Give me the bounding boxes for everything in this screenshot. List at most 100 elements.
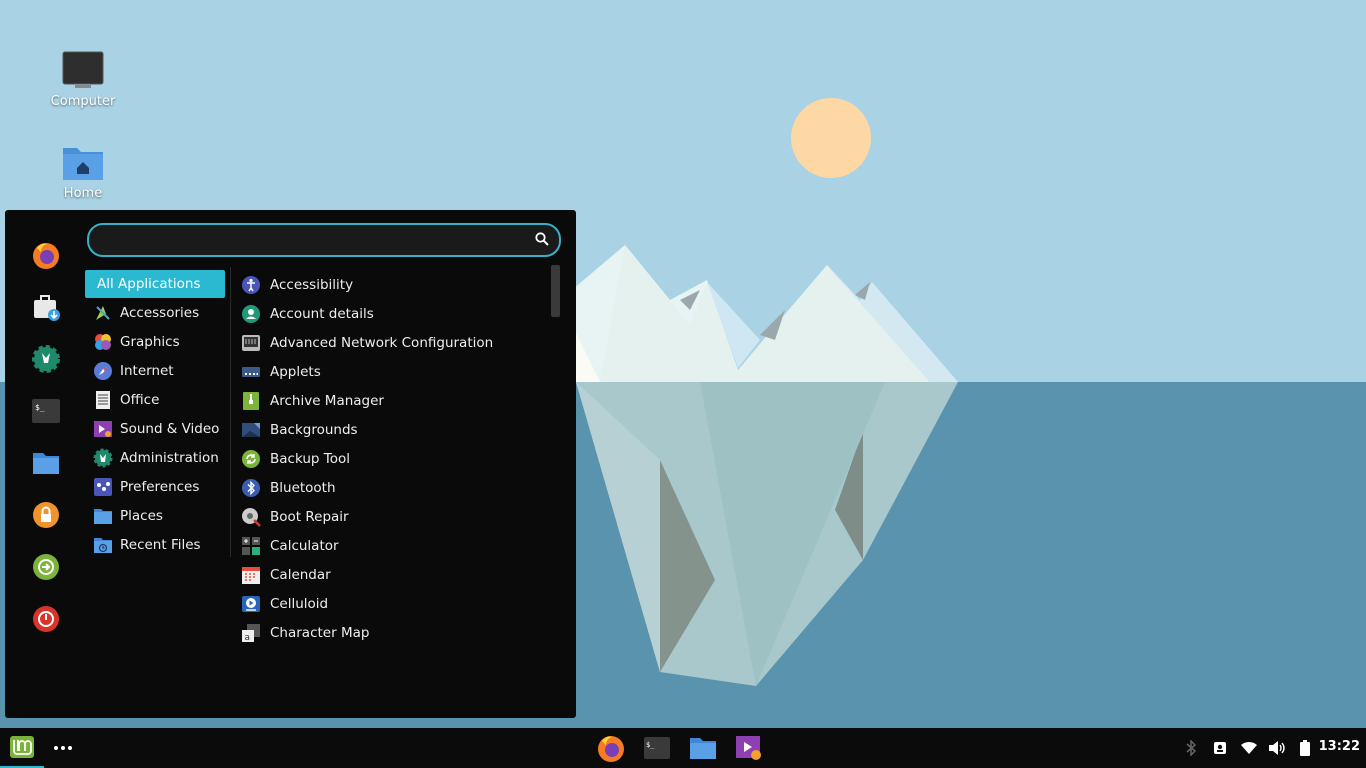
favorite-files[interactable] [29, 446, 63, 480]
lock-icon [33, 502, 59, 528]
menu-divider [230, 267, 231, 557]
category-accessories[interactable]: Accessories [85, 298, 225, 327]
software-manager-icon [34, 295, 60, 321]
character-map-icon: a [241, 623, 261, 643]
tray-bluetooth[interactable] [1182, 728, 1200, 768]
files-icon [690, 738, 716, 759]
favorite-lock-screen[interactable] [29, 498, 63, 532]
favorite-firefox[interactable] [29, 238, 63, 272]
tray-volume[interactable] [1266, 728, 1288, 768]
app-calculator[interactable]: Calculator [241, 531, 541, 560]
category-places[interactable]: Places [85, 501, 225, 530]
more-dots-icon [54, 746, 72, 750]
places-icon [93, 506, 113, 526]
taskbar-files[interactable] [684, 728, 722, 768]
office-icon [93, 390, 113, 410]
tray-network[interactable] [1238, 728, 1260, 768]
tray-display[interactable] [1210, 728, 1230, 768]
category-label: Sound & Video [120, 420, 220, 437]
boot-repair-icon [241, 507, 261, 527]
network-icon [241, 333, 261, 353]
terminal-icon: $_ [644, 737, 670, 759]
search-icon[interactable] [535, 232, 549, 246]
category-internet[interactable]: Internet [85, 356, 225, 385]
files-icon [33, 453, 59, 474]
app-label: Archive Manager [270, 392, 384, 409]
favorite-logout[interactable] [29, 550, 63, 584]
category-all-applications[interactable]: All Applications [85, 270, 225, 298]
category-label: Internet [120, 362, 174, 379]
app-celluloid[interactable]: Celluloid [241, 589, 541, 618]
category-label: Office [120, 391, 160, 408]
app-label: Advanced Network Configuration [270, 334, 494, 351]
volume-icon [1269, 741, 1285, 755]
app-accessibility[interactable]: Accessibility [241, 270, 541, 299]
app-list-scrollbar[interactable] [551, 265, 560, 317]
category-label: Administration [120, 449, 219, 466]
app-bluetooth[interactable]: Bluetooth [241, 473, 541, 502]
calendar-icon [241, 565, 261, 585]
app-backgrounds[interactable]: Backgrounds [241, 415, 541, 444]
app-calendar[interactable]: Calendar [241, 560, 541, 589]
category-label: Recent Files [120, 536, 201, 553]
tray-battery[interactable] [1294, 728, 1316, 768]
show-desktop-button[interactable] [48, 728, 78, 768]
desktop-icon-computer[interactable]: Computer [38, 50, 128, 109]
app-advanced-network-configuration[interactable]: Advanced Network Configuration [241, 328, 541, 357]
graphics-icon [93, 332, 113, 352]
media-player-icon [736, 736, 761, 760]
clock[interactable]: 13:22 [1319, 739, 1360, 754]
app-character-map[interactable]: a Character Map [241, 618, 541, 647]
app-archive-manager[interactable]: Archive Manager [241, 386, 541, 415]
favorite-software-manager[interactable] [29, 290, 63, 324]
taskbar-firefox[interactable] [592, 728, 630, 768]
account-icon [241, 304, 261, 324]
desktop-icon-home[interactable]: Home [38, 142, 128, 201]
power-icon [33, 606, 59, 632]
category-list: All Applications Accessories Graphics In… [85, 270, 225, 559]
category-office[interactable]: Office [85, 385, 225, 414]
category-graphics[interactable]: Graphics [85, 327, 225, 356]
menu-search-box[interactable] [87, 223, 561, 257]
search-input[interactable] [99, 229, 523, 253]
logout-icon [33, 554, 59, 580]
battery-icon [1300, 740, 1310, 756]
favorite-power[interactable] [29, 602, 63, 636]
favorite-terminal[interactable]: $_ [29, 394, 63, 428]
calculator-icon [241, 536, 261, 556]
monitor-icon [62, 51, 104, 88]
app-label: Accessibility [270, 276, 354, 293]
category-administration[interactable]: Administration [85, 443, 225, 472]
category-sound-video[interactable]: Sound & Video [85, 414, 225, 443]
application-list: Accessibility Account details Advanced N… [241, 270, 541, 647]
favorite-system-settings[interactable] [29, 342, 63, 376]
app-applets[interactable]: Applets [241, 357, 541, 386]
svg-text:$_: $_ [35, 403, 45, 412]
app-label: Backup Tool [270, 450, 350, 467]
taskbar-media-player[interactable] [730, 728, 768, 768]
app-label: Bluetooth [270, 479, 336, 496]
recent-files-icon [93, 535, 113, 555]
desktop-icon-label: Home [63, 186, 103, 201]
category-preferences[interactable]: Preferences [85, 472, 225, 501]
app-backup-tool[interactable]: Backup Tool [241, 444, 541, 473]
firefox-icon [598, 736, 624, 762]
category-recent-files[interactable]: Recent Files [85, 530, 225, 559]
app-label: Boot Repair [270, 508, 349, 525]
firefox-icon [33, 243, 59, 269]
bluetooth-app-icon [241, 478, 261, 498]
bluetooth-icon [1186, 740, 1196, 756]
archive-icon [241, 391, 261, 411]
app-boot-repair[interactable]: Boot Repair [241, 502, 541, 531]
backgrounds-icon [241, 420, 261, 440]
terminal-icon: $_ [32, 399, 60, 423]
wifi-icon [1241, 741, 1257, 754]
app-label: Calculator [270, 537, 339, 554]
taskbar-terminal[interactable]: $_ [638, 728, 676, 768]
app-label: Celluloid [270, 595, 329, 612]
app-label: Calendar [270, 566, 331, 583]
menu-button[interactable] [0, 728, 44, 768]
app-account-details[interactable]: Account details [241, 299, 541, 328]
display-icon [1214, 742, 1226, 754]
accessories-icon [93, 303, 113, 323]
